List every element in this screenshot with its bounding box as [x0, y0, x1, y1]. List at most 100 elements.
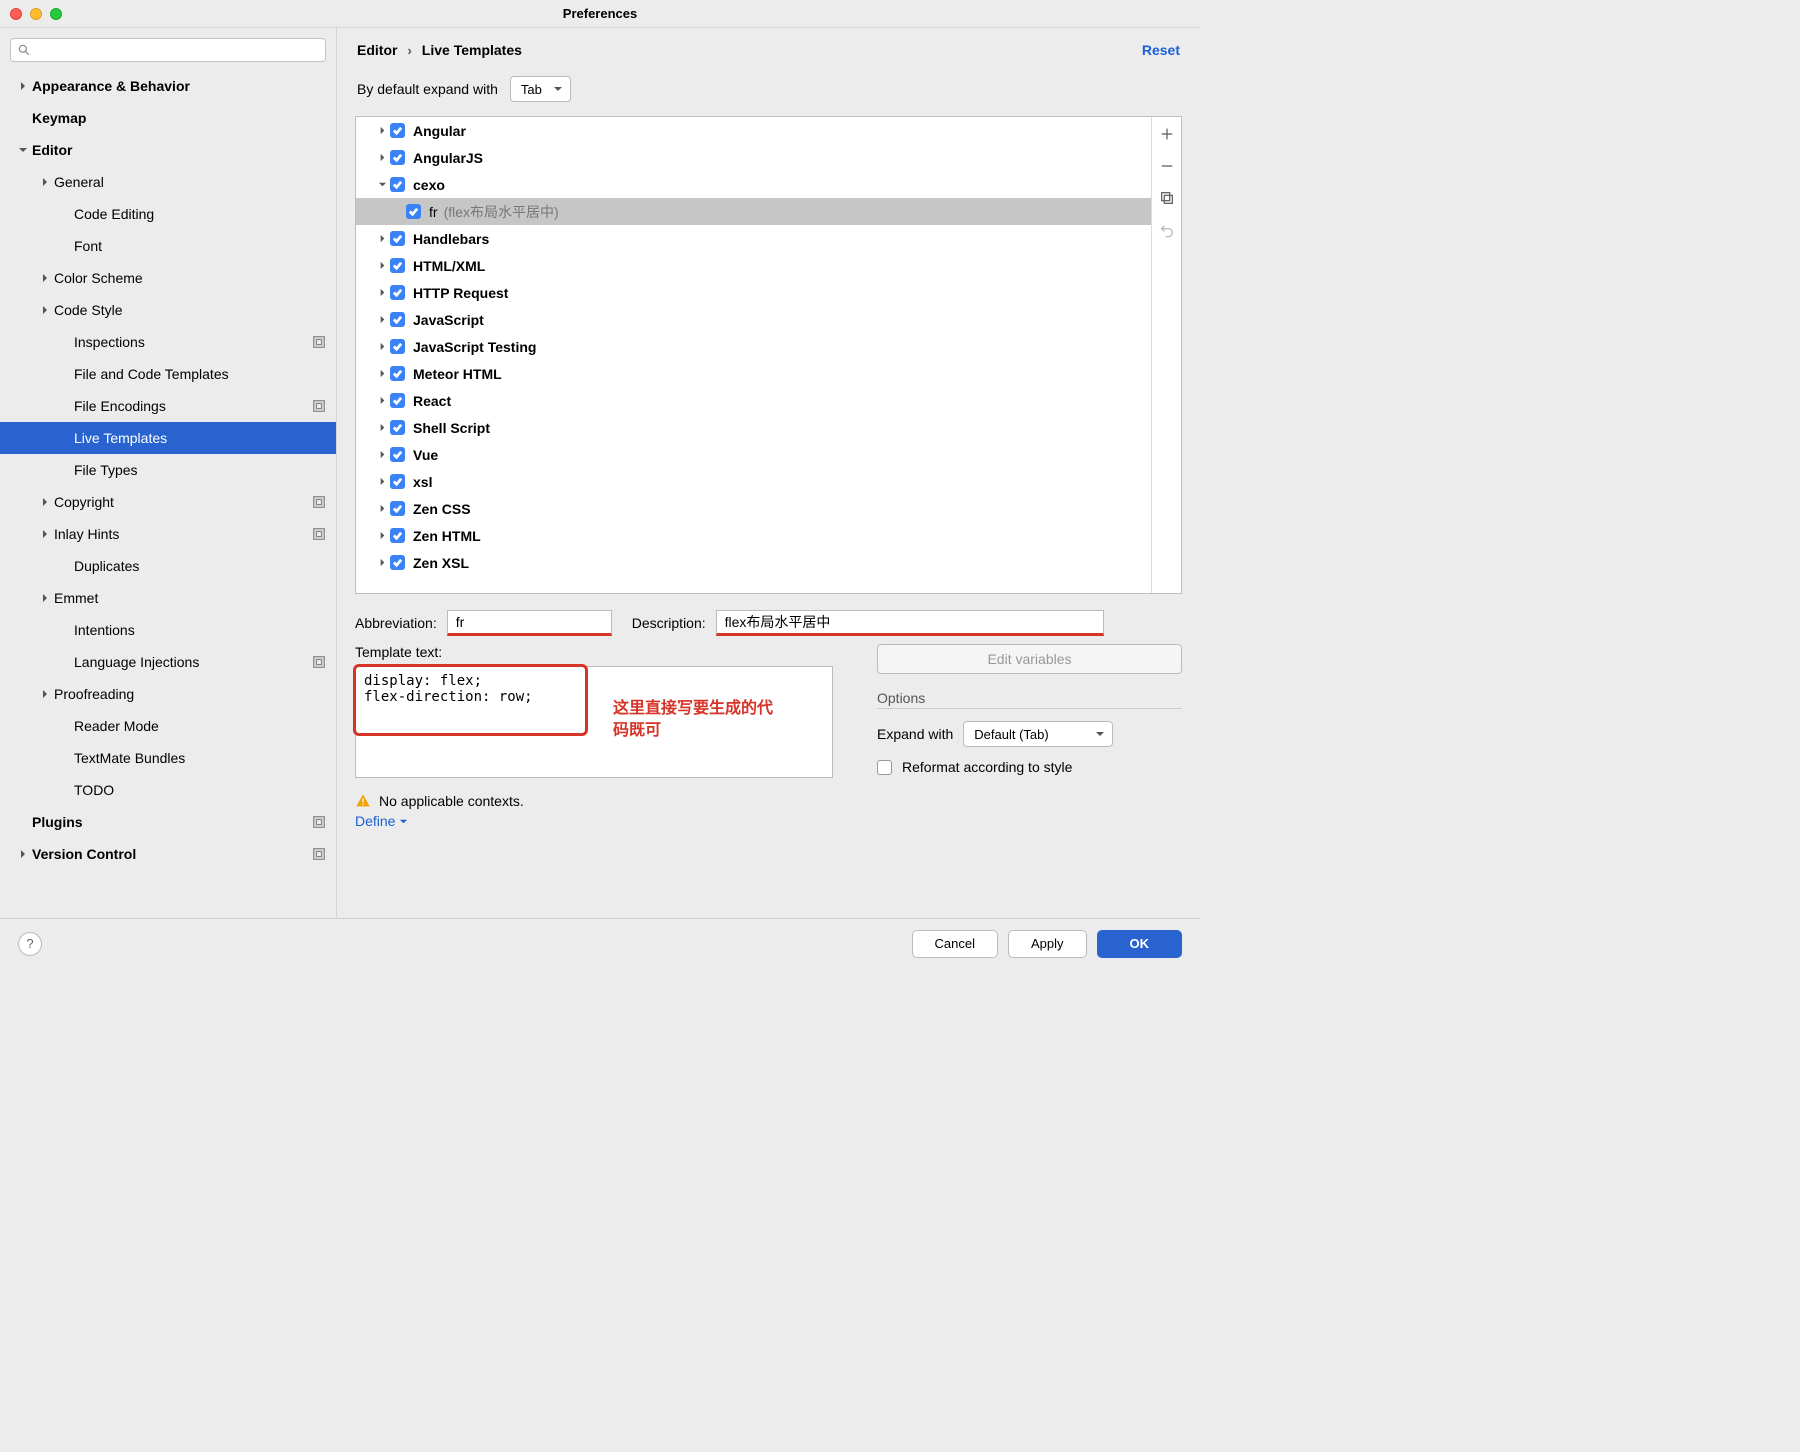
chevron-right-icon: [378, 288, 387, 297]
checkbox-checked[interactable]: [390, 528, 405, 543]
sidebar-item-emmet[interactable]: Emmet: [0, 582, 336, 614]
checkbox-checked[interactable]: [390, 393, 405, 408]
chevron-right-icon: [378, 558, 387, 567]
sidebar-item-inlay-hints[interactable]: Inlay Hints: [0, 518, 336, 550]
sidebar-item-language-injections[interactable]: Language Injections: [0, 646, 336, 678]
expand-with-select[interactable]: Default (Tab): [963, 721, 1113, 747]
close-window-button[interactable]: [10, 8, 22, 20]
template-group-javascript-testing[interactable]: JavaScript Testing: [356, 333, 1151, 360]
template-group-zen-css[interactable]: Zen CSS: [356, 495, 1151, 522]
chevron-right-icon: [40, 305, 50, 315]
chevron-right-icon: [40, 593, 50, 603]
define-context-link[interactable]: Define: [355, 813, 408, 829]
sidebar-item-todo[interactable]: TODO: [0, 774, 336, 806]
chevron-right-icon: [378, 450, 387, 459]
sidebar-item-duplicates[interactable]: Duplicates: [0, 550, 336, 582]
reformat-label: Reformat according to style: [902, 759, 1072, 775]
template-group-vue[interactable]: Vue: [356, 441, 1151, 468]
sidebar-item-label: Color Scheme: [54, 270, 143, 286]
sidebar-item-appearance-behavior[interactable]: Appearance & Behavior: [0, 70, 336, 102]
checkbox-checked[interactable]: [390, 555, 405, 570]
checkbox-checked[interactable]: [390, 366, 405, 381]
checkbox-checked[interactable]: [390, 150, 405, 165]
apply-button[interactable]: Apply: [1008, 930, 1087, 958]
template-group-angular[interactable]: Angular: [356, 117, 1151, 144]
sidebar-item-inspections[interactable]: Inspections: [0, 326, 336, 358]
settings-tree: Appearance & BehaviorKeymapEditorGeneral…: [0, 68, 336, 918]
template-list[interactable]: AngularAngularJScexofr(flex布局水平居中)Handle…: [356, 117, 1151, 593]
template-group-zen-html[interactable]: Zen HTML: [356, 522, 1151, 549]
sidebar-item-copyright[interactable]: Copyright: [0, 486, 336, 518]
warning-icon: [355, 793, 371, 809]
sidebar-item-general[interactable]: General: [0, 166, 336, 198]
reformat-checkbox[interactable]: [877, 760, 892, 775]
chevron-right-icon: [18, 849, 28, 859]
sidebar-item-code-editing[interactable]: Code Editing: [0, 198, 336, 230]
checkbox-checked[interactable]: [390, 501, 405, 516]
sidebar-item-proofreading[interactable]: Proofreading: [0, 678, 336, 710]
sidebar-item-font[interactable]: Font: [0, 230, 336, 262]
reset-link[interactable]: Reset: [1142, 42, 1180, 58]
checkbox-checked[interactable]: [406, 204, 421, 219]
template-group-zen-xsl[interactable]: Zen XSL: [356, 549, 1151, 576]
maximize-window-button[interactable]: [50, 8, 62, 20]
sidebar-item-file-encodings[interactable]: File Encodings: [0, 390, 336, 422]
chevron-right-icon: [378, 531, 387, 540]
scope-badge-icon: [312, 655, 326, 669]
template-group-handlebars[interactable]: Handlebars: [356, 225, 1151, 252]
sidebar-item-textmate-bundles[interactable]: TextMate Bundles: [0, 742, 336, 774]
remove-icon[interactable]: [1158, 157, 1176, 175]
checkbox-checked[interactable]: [390, 447, 405, 462]
sidebar-item-editor[interactable]: Editor: [0, 134, 336, 166]
checkbox-checked[interactable]: [390, 123, 405, 138]
help-button[interactable]: ?: [18, 932, 42, 956]
sidebar-item-color-scheme[interactable]: Color Scheme: [0, 262, 336, 294]
undo-icon[interactable]: [1158, 221, 1176, 239]
checkbox-checked[interactable]: [390, 420, 405, 435]
minimize-window-button[interactable]: [30, 8, 42, 20]
template-group-javascript[interactable]: JavaScript: [356, 306, 1151, 333]
sidebar-item-label: TextMate Bundles: [74, 750, 185, 766]
sidebar-item-live-templates[interactable]: Live Templates: [0, 422, 336, 454]
checkbox-checked[interactable]: [390, 231, 405, 246]
checkbox-checked[interactable]: [390, 177, 405, 192]
sidebar-item-code-style[interactable]: Code Style: [0, 294, 336, 326]
sidebar-item-reader-mode[interactable]: Reader Mode: [0, 710, 336, 742]
template-item-fr[interactable]: fr(flex布局水平居中): [356, 198, 1151, 225]
search-input[interactable]: [10, 38, 326, 62]
sidebar-item-file-and-code-templates[interactable]: File and Code Templates: [0, 358, 336, 390]
template-text-input[interactable]: [355, 666, 833, 778]
template-group-shell-script[interactable]: Shell Script: [356, 414, 1151, 441]
checkbox-checked[interactable]: [390, 474, 405, 489]
template-group-http-request[interactable]: HTTP Request: [356, 279, 1151, 306]
sidebar-item-file-types[interactable]: File Types: [0, 454, 336, 486]
sidebar-item-intentions[interactable]: Intentions: [0, 614, 336, 646]
default-expand-select[interactable]: Tab: [510, 76, 571, 102]
breadcrumb-editor[interactable]: Editor: [357, 42, 397, 58]
sidebar-item-keymap[interactable]: Keymap: [0, 102, 336, 134]
abbreviation-input[interactable]: [447, 610, 612, 636]
chevron-right-icon: [378, 234, 387, 243]
template-group-xsl[interactable]: xsl: [356, 468, 1151, 495]
sidebar-item-plugins[interactable]: Plugins: [0, 806, 336, 838]
cancel-button[interactable]: Cancel: [912, 930, 998, 958]
template-desc: (flex布局水平居中): [444, 202, 559, 222]
template-group-meteor-html[interactable]: Meteor HTML: [356, 360, 1151, 387]
checkbox-checked[interactable]: [390, 258, 405, 273]
chevron-right-icon: [40, 529, 50, 539]
template-group-react[interactable]: React: [356, 387, 1151, 414]
ok-button[interactable]: OK: [1097, 930, 1183, 958]
template-group-html-xml[interactable]: HTML/XML: [356, 252, 1151, 279]
edit-variables-button[interactable]: Edit variables: [877, 644, 1182, 674]
sidebar-item-version-control[interactable]: Version Control: [0, 838, 336, 870]
checkbox-checked[interactable]: [390, 312, 405, 327]
template-group-angularjs[interactable]: AngularJS: [356, 144, 1151, 171]
checkbox-checked[interactable]: [390, 339, 405, 354]
checkbox-checked[interactable]: [390, 285, 405, 300]
template-group-cexo[interactable]: cexo: [356, 171, 1151, 198]
copy-icon[interactable]: [1158, 189, 1176, 207]
add-icon[interactable]: [1158, 125, 1176, 143]
sidebar-item-label: Plugins: [32, 814, 83, 830]
sidebar-item-label: Live Templates: [74, 430, 167, 446]
description-input[interactable]: [716, 610, 1104, 636]
